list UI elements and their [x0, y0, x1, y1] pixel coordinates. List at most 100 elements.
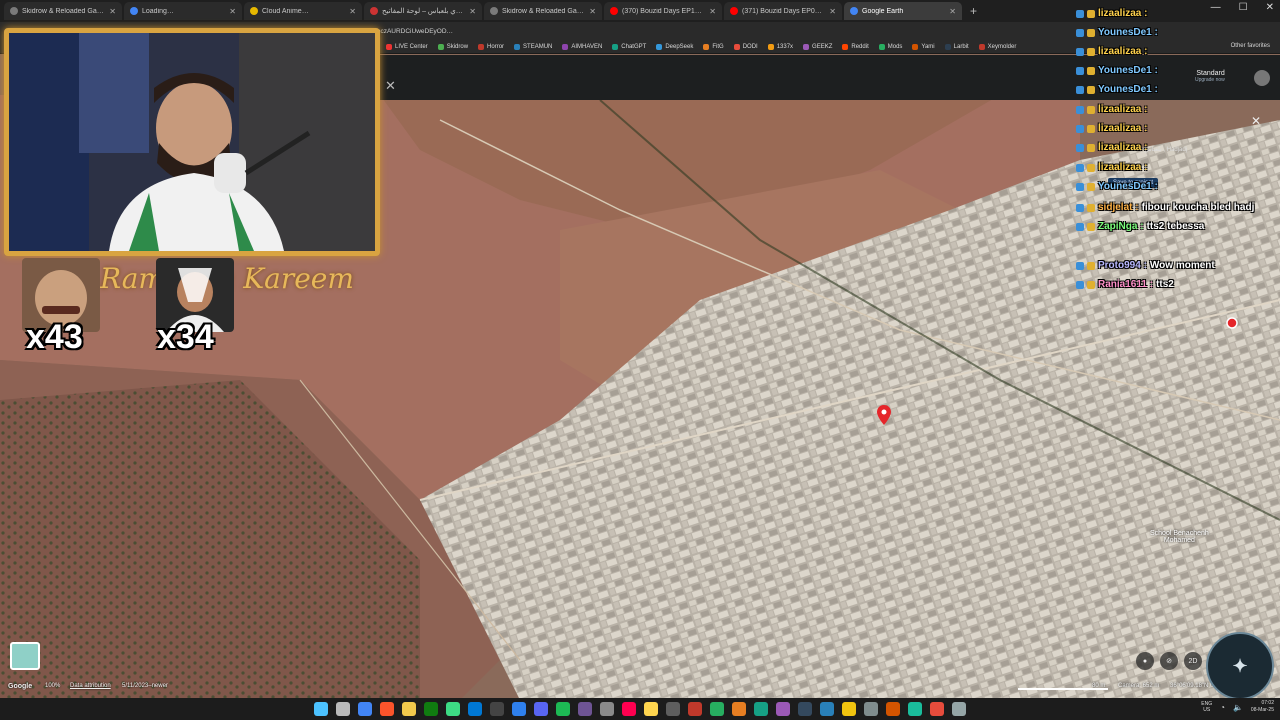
bookmark-item[interactable]: Larbit [944, 43, 969, 50]
bookmark-item[interactable]: ChatGPT [612, 43, 646, 50]
bookmark-item[interactable]: DeepSeek [656, 43, 693, 50]
avatar[interactable] [1254, 70, 1270, 86]
map-style-thumbnail[interactable] [10, 642, 40, 670]
app11-icon[interactable] [930, 702, 944, 716]
tab-title: Skidrow & Reloaded Games – Do [22, 7, 105, 15]
volume-icon[interactable]: 🔈 [1233, 703, 1243, 712]
tiktok-icon[interactable] [622, 702, 636, 716]
search-result-marker-icon[interactable] [1226, 316, 1238, 334]
app8-icon[interactable] [864, 702, 878, 716]
close-tab-icon[interactable]: ✕ [109, 7, 116, 16]
close-tab-icon[interactable]: ✕ [949, 7, 956, 16]
chat-badge-icon [1076, 9, 1084, 18]
bookmark-favicon-icon [733, 43, 740, 50]
chrome-icon[interactable] [358, 702, 372, 716]
compass-icon[interactable]: ⊘ [1160, 652, 1178, 670]
browser-tab[interactable]: Skidrow & Reloaded Games – Do ✕ [484, 2, 602, 20]
chat-badge-icon [1076, 85, 1084, 94]
pegman-person-icon[interactable]: ● [1136, 652, 1154, 670]
bookmark-item[interactable]: AIMHAVEN [562, 43, 602, 50]
chat-username: lizaalizaa : [1098, 162, 1148, 173]
chat-username: Proto994 : [1098, 260, 1147, 271]
other-favorites[interactable]: Other favorites [1231, 43, 1270, 49]
app9-icon[interactable] [886, 702, 900, 716]
bookmark-item[interactable]: Xeymolder [978, 43, 1016, 50]
app4-icon[interactable] [776, 702, 790, 716]
vscode-icon[interactable] [468, 702, 482, 716]
brave-icon[interactable] [380, 702, 394, 716]
close-tab-icon[interactable]: ✕ [829, 7, 836, 16]
close-tab-icon[interactable]: ✕ [709, 7, 716, 16]
close-tab-icon[interactable]: ✕ [469, 7, 476, 16]
spotify-icon[interactable] [556, 702, 570, 716]
tab-favicon-icon [10, 7, 18, 15]
browser-tab[interactable]: Loading… ✕ [124, 2, 242, 20]
browser-tab[interactable]: Skidrow & Reloaded Games – Do ✕ [4, 2, 122, 20]
bookmark-item[interactable]: LIVE Center [386, 43, 428, 50]
bookmark-item[interactable]: Yami [912, 43, 935, 50]
app6-icon[interactable] [820, 702, 834, 716]
bookmark-item[interactable]: Mods [878, 43, 902, 50]
chat-message: YounesDe1 : [1076, 27, 1161, 38]
toggle-2d-button[interactable]: 2D [1184, 652, 1202, 670]
school-place-label[interactable]: School Benachenh Mohamed [1150, 530, 1209, 544]
android-icon[interactable] [446, 702, 460, 716]
search-icon[interactable] [336, 702, 350, 716]
browser-icon[interactable] [512, 702, 526, 716]
bookmark-item[interactable]: Reddit [842, 43, 869, 50]
account-plan[interactable]: Standard Upgrade now [1195, 70, 1225, 83]
app7-icon[interactable] [842, 702, 856, 716]
obs-icon[interactable] [666, 702, 680, 716]
chat-username: lizaalizaa : [1098, 8, 1148, 19]
maximize-icon[interactable]: ☐ [1239, 2, 1248, 13]
app5-icon[interactable] [798, 702, 812, 716]
app3-icon[interactable] [754, 702, 768, 716]
app10-icon[interactable] [908, 702, 922, 716]
browser-tab[interactable]: Google Earth ✕ [844, 2, 962, 20]
files-icon[interactable] [402, 702, 416, 716]
windows-icon[interactable] [314, 702, 328, 716]
discord-icon[interactable] [534, 702, 548, 716]
bookmark-item[interactable]: GEEKZ [803, 43, 832, 50]
upgrade-link[interactable]: Upgrade now [1195, 77, 1225, 83]
bookmark-favicon-icon [703, 43, 710, 50]
new-tab-icon[interactable]: + [970, 4, 977, 18]
bookmark-item[interactable]: FitG [703, 43, 724, 50]
app12-icon[interactable] [952, 702, 966, 716]
input-language[interactable]: ENG US [1201, 701, 1212, 713]
close-tab-icon[interactable]: ✕ [229, 7, 236, 16]
close-panel-icon[interactable]: ✕ [1251, 114, 1261, 128]
app-icon[interactable] [710, 702, 724, 716]
bookmark-item[interactable]: Horror [478, 43, 504, 50]
notes-icon[interactable] [644, 702, 658, 716]
close-tab-icon[interactable]: ✕ [349, 7, 356, 16]
wifi-icon[interactable]: ◔ [1220, 703, 1225, 712]
xbox-icon[interactable] [424, 702, 438, 716]
browser-tab[interactable]: (370) Bouzid Days EP12 analyses ✕ [604, 2, 722, 20]
game-icon[interactable] [688, 702, 702, 716]
close-tab-icon[interactable]: ✕ [589, 7, 596, 16]
gamepad-icon[interactable] [600, 702, 614, 716]
bookmark-item[interactable]: 1337x [767, 43, 793, 50]
chat-badge-icon [1087, 105, 1095, 114]
browser-tab[interactable]: Cloud Anime… ✕ [244, 2, 362, 20]
data-attribution-link[interactable]: Data attribution [70, 683, 111, 689]
tab-title: (370) Bouzid Days EP12 analyses [622, 7, 705, 15]
chat-username: Rania1611 : [1098, 279, 1154, 290]
github-icon[interactable] [578, 702, 592, 716]
chat-badge-icon [1076, 222, 1084, 231]
map-pin-icon[interactable] [877, 405, 891, 430]
bookmark-item[interactable]: STEAMUN [514, 43, 552, 50]
bookmark-item[interactable]: Skidrow [437, 43, 468, 50]
browser-tab[interactable]: سيدي بلعباس – لوحة المفاتيح ✕ [364, 2, 482, 20]
bookmark-item[interactable]: DODI [733, 43, 758, 50]
app2-icon[interactable] [732, 702, 746, 716]
terminal-icon[interactable] [490, 702, 504, 716]
browser-tab[interactable]: (371) Bouzid Days EP09 Docteur✕ [724, 2, 842, 20]
clock[interactable]: 07:02 08-Mar-25 [1251, 700, 1274, 714]
chat-username: sidjelat : [1098, 202, 1139, 213]
close-plugin-icon[interactable]: ✕ [385, 78, 396, 94]
minimize-icon[interactable]: — [1211, 2, 1221, 13]
window-controls: — ☐ ✕ [1211, 2, 1274, 13]
close-window-icon[interactable]: ✕ [1266, 2, 1274, 13]
